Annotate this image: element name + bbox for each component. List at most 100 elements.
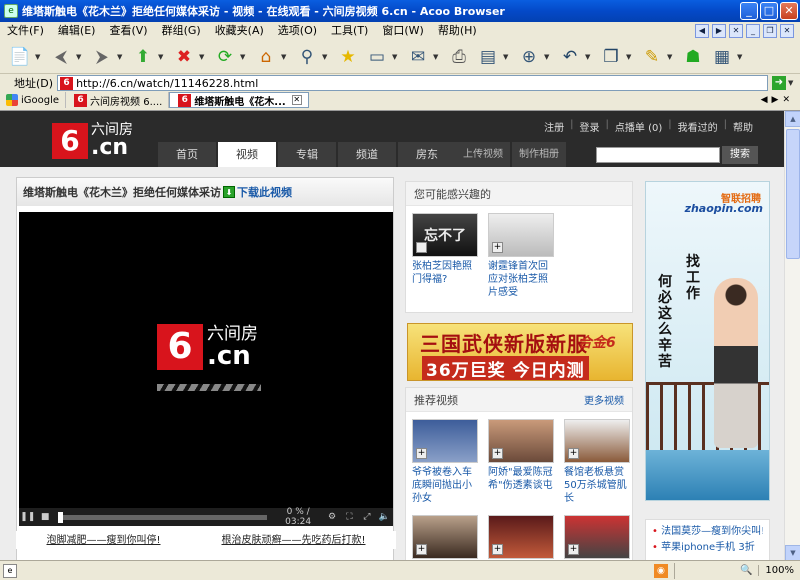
home-icon[interactable]: ⌂	[252, 43, 280, 71]
dropdown-icon[interactable]: ▼	[35, 53, 43, 61]
menu-help[interactable]: 帮助(H)	[431, 22, 484, 40]
list-item[interactable]: + 阿娇"最爱陈冠希"伤透素谈屯	[488, 419, 554, 505]
tab-6cn-video[interactable]: 6 维塔斯触电《花木... ✕	[169, 92, 309, 108]
list-item[interactable]: + 爷爷被卷入车底瞬间抛出小孙女	[412, 419, 478, 505]
video-thumbnail[interactable]: +	[488, 213, 554, 257]
progress-knob[interactable]	[57, 511, 63, 523]
thumb-caption[interactable]: 爷爷被卷入车底瞬间抛出小孙女	[412, 466, 478, 505]
menu-options[interactable]: 选项(O)	[271, 22, 324, 40]
dropdown-icon[interactable]: ▼	[544, 53, 552, 61]
mdi-next-icon[interactable]: ▶	[712, 24, 726, 38]
site-search-input[interactable]	[596, 147, 720, 163]
site-logo[interactable]: 6 六间房 .cn	[52, 123, 133, 159]
dropdown-icon[interactable]: ▼	[117, 53, 125, 61]
nav-channel[interactable]: 频道	[338, 142, 396, 167]
download-icon[interactable]: ⬇	[223, 186, 235, 198]
video-thumbnail[interactable]: +	[412, 419, 478, 463]
ad-link[interactable]: 泡脚减肥——瘦到你叫停!	[46, 531, 160, 549]
add-icon[interactable]: +	[568, 544, 579, 555]
dropdown-icon[interactable]: ▼	[392, 53, 400, 61]
mdi-close-icon[interactable]: ✕	[729, 24, 743, 38]
favorites-star-icon[interactable]: ★	[334, 43, 362, 71]
dropdown-icon[interactable]: ▼	[503, 53, 511, 61]
menu-view[interactable]: 查看(V)	[102, 22, 154, 40]
go-arrow-icon[interactable]: ➜	[772, 76, 786, 90]
add-icon[interactable]: +	[492, 448, 503, 459]
dropdown-icon[interactable]: ▼	[585, 53, 593, 61]
side-recruit-ad[interactable]: 智联招聘 zhaopin.com 找工作 何必这么辛苦	[645, 181, 770, 501]
menu-file[interactable]: 文件(F)	[0, 22, 51, 40]
site-search-button[interactable]: 搜索	[722, 146, 758, 164]
print-icon[interactable]: ⎙	[445, 43, 473, 71]
video-thumbnail[interactable]: +	[564, 515, 630, 559]
ad-link[interactable]: 根治皮肤顽癣——先吃药后打款!	[221, 531, 365, 549]
zoom-level[interactable]: 100%	[758, 565, 794, 576]
more-videos-link[interactable]: 更多视频	[584, 392, 624, 407]
add-icon[interactable]: +	[416, 448, 427, 459]
zoom-icon[interactable]: 🔍	[740, 565, 752, 576]
menu-edit[interactable]: 编辑(E)	[51, 22, 103, 40]
help-link[interactable]: 帮助	[727, 119, 759, 134]
clean-broom-icon[interactable]: ✎	[638, 43, 666, 71]
dropdown-icon[interactable]: ▼	[322, 53, 330, 61]
rss-icon[interactable]: ◉	[653, 563, 668, 578]
notes-icon[interactable]: ▦	[708, 43, 736, 71]
download-link[interactable]: 下载此视频	[237, 184, 292, 200]
vertical-scrollbar[interactable]: ▲ ▼	[784, 111, 800, 560]
dropdown-icon[interactable]: ▼	[281, 53, 289, 61]
menu-favorites[interactable]: 收藏夹(A)	[208, 22, 271, 40]
thumb-caption[interactable]: 餐馆老板悬赏50万杀城管肌长	[564, 466, 630, 505]
video-thumbnail[interactable]: +	[564, 419, 630, 463]
menu-window[interactable]: 窗口(W)	[375, 22, 430, 40]
layout-icon[interactable]: ▭	[363, 43, 391, 71]
minimize-button[interactable]: _	[740, 2, 758, 20]
display-icon[interactable]: ▤	[474, 43, 502, 71]
nav-album[interactable]: 专辑	[278, 142, 336, 167]
scroll-up-icon[interactable]: ▲	[785, 111, 800, 127]
robot-icon[interactable]: ☗	[679, 43, 707, 71]
mdi-close2-icon[interactable]: ✕	[780, 24, 794, 38]
add-icon[interactable]: +	[492, 544, 503, 555]
window-icon[interactable]: ❐	[597, 43, 625, 71]
close-button[interactable]: ✕	[780, 2, 798, 20]
dropdown-icon[interactable]: ▼	[788, 79, 796, 87]
nav-host[interactable]: 房东	[398, 142, 456, 167]
fullscreen-icon[interactable]: ⛶	[341, 512, 358, 522]
thumb-caption[interactable]: 张柏芝因艳照门得福?	[412, 260, 478, 286]
mail-icon[interactable]: ✉	[404, 43, 432, 71]
dropdown-icon[interactable]: ▼	[737, 53, 745, 61]
tab-6cn-home[interactable]: 6 六间房视频 6....	[66, 92, 170, 108]
address-input[interactable]: 6 http://6.cn/watch/11146228.html	[57, 75, 768, 91]
undo-icon[interactable]: ↶	[556, 43, 584, 71]
upload-video-link[interactable]: 上传视频	[456, 142, 510, 167]
register-link[interactable]: 注册	[538, 119, 570, 134]
add-icon[interactable]: +	[568, 448, 579, 459]
dropdown-icon[interactable]: ▼	[626, 53, 634, 61]
thumb-caption[interactable]: 谢霆锋首次回应对张柏芝照片感受	[488, 260, 554, 299]
make-album-link[interactable]: 制作相册	[512, 142, 566, 167]
video-thumbnail[interactable]: +	[488, 515, 554, 559]
news-item[interactable]: 苹果iphone手机 3折	[652, 540, 763, 556]
dropdown-icon[interactable]: ▼	[433, 53, 441, 61]
settings-icon[interactable]: ⚙	[323, 512, 340, 522]
search-icon[interactable]: ⚲	[293, 43, 321, 71]
video-thumbnail[interactable]: 忘不了 +	[412, 213, 478, 257]
new-page-icon[interactable]: 📄	[6, 43, 34, 71]
dropdown-icon[interactable]: ▼	[199, 53, 207, 61]
add-icon[interactable]: +	[416, 242, 427, 253]
refresh-icon[interactable]: ⟳	[211, 43, 239, 71]
stop-icon[interactable]: ■	[36, 512, 53, 522]
menu-tools[interactable]: 工具(T)	[324, 22, 375, 40]
list-item[interactable]: + 谢霆锋首次回应对张柏芝照片感受	[488, 213, 554, 299]
scroll-down-icon[interactable]: ▼	[785, 545, 800, 560]
playlist-link[interactable]: 点播单 (0)	[609, 119, 668, 134]
mdi-prev-icon[interactable]: ◀	[695, 24, 709, 38]
video-thumbnail[interactable]: +	[488, 419, 554, 463]
mdi-restore-icon[interactable]: ❐	[763, 24, 777, 38]
video-screen[interactable]: 6 六间房 .cn	[19, 212, 393, 508]
dropdown-icon[interactable]: ▼	[667, 53, 675, 61]
dropdown-icon[interactable]: ▼	[158, 53, 166, 61]
video-thumbnail[interactable]: +	[412, 515, 478, 559]
scroll-thumb[interactable]	[786, 129, 800, 259]
add-icon[interactable]: +	[492, 242, 503, 253]
